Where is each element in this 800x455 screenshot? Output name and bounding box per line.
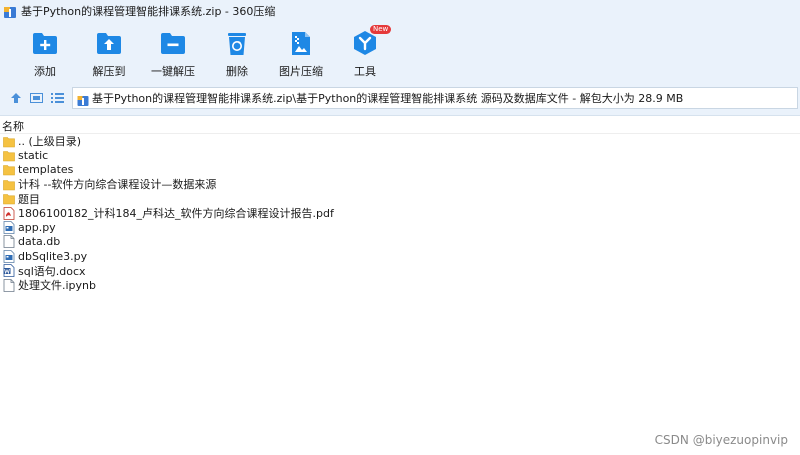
python-file-icon bbox=[3, 249, 15, 263]
archive-app-icon bbox=[3, 4, 17, 18]
list-view-button[interactable] bbox=[51, 91, 64, 105]
file-icon bbox=[3, 235, 15, 249]
python-file-icon bbox=[3, 221, 15, 234]
extract-to-button[interactable]: 解压到 bbox=[77, 30, 141, 79]
file-name: .. (上级目录) bbox=[18, 135, 82, 149]
column-header[interactable]: 名称 bbox=[0, 118, 800, 134]
extract-to-label: 解压到 bbox=[92, 65, 126, 78]
one-click-extract-label: 一键解压 bbox=[151, 65, 195, 78]
folder-icon bbox=[3, 149, 15, 162]
file-row[interactable]: sql语句.docx bbox=[0, 264, 800, 278]
file-name: 计科 --软件方向综合课程设计—数据来源 bbox=[18, 178, 217, 192]
pdf-file-icon bbox=[3, 206, 15, 220]
file-row[interactable]: app.py bbox=[0, 220, 800, 234]
delete-button[interactable]: 删除 bbox=[205, 30, 269, 79]
file-name: app.py bbox=[18, 221, 56, 235]
large-icon-view-icon bbox=[30, 92, 43, 103]
folder-icon bbox=[3, 178, 15, 191]
add-label: 添加 bbox=[34, 65, 56, 78]
window-title: 基于Python的课程管理智能排课系统.zip - 360压缩 bbox=[21, 5, 276, 18]
file-list: .. (上级目录) static templates 计科 --软件方向综合课程设计—… bbox=[0, 134, 800, 292]
column-name-header[interactable]: 名称 bbox=[2, 118, 24, 134]
image-compress-label: 图片压缩 bbox=[279, 65, 323, 78]
image-compress-button[interactable]: 图片压缩 bbox=[269, 30, 333, 79]
address-bar-row: 基于Python的课程管理智能排课系统.zip\基于Python的课程管理智能排… bbox=[0, 80, 800, 116]
file-name: dbSqlite3.py bbox=[18, 249, 88, 263]
file-row[interactable]: 处理文件.ipynb bbox=[0, 278, 800, 292]
title-bar: 基于Python的课程管理智能排课系统.zip - 360压缩 bbox=[0, 0, 800, 22]
folder-icon bbox=[3, 163, 15, 176]
file-row[interactable]: data.db bbox=[0, 235, 800, 249]
folder-row[interactable]: .. (上级目录) bbox=[0, 134, 800, 148]
image-compress-icon bbox=[288, 30, 314, 56]
extract-to-icon bbox=[96, 30, 122, 56]
add-button[interactable]: 添加 bbox=[13, 30, 77, 79]
watermark: CSDN @biyezuopinvip bbox=[654, 433, 788, 447]
one-click-extract-button[interactable]: 一键解压 bbox=[141, 30, 205, 79]
delete-label: 删除 bbox=[226, 65, 248, 78]
file-row[interactable]: 1806100182_计科184_卢科达_软件方向综合课程设计报告.pdf bbox=[0, 206, 800, 220]
folder-row[interactable]: 题目 bbox=[0, 192, 800, 206]
list-view-icon bbox=[51, 92, 64, 103]
tools-button[interactable]: New 工具 bbox=[333, 25, 397, 79]
folder-row[interactable]: static bbox=[0, 148, 800, 162]
address-path: 基于Python的课程管理智能排课系统.zip\基于Python的课程管理智能排… bbox=[92, 91, 684, 105]
new-badge: New bbox=[370, 25, 392, 34]
file-name: static bbox=[18, 149, 49, 163]
up-level-button[interactable] bbox=[10, 91, 22, 105]
arrow-up-icon bbox=[11, 92, 21, 103]
thumbnail-view-button[interactable] bbox=[30, 91, 43, 105]
file-name: 1806100182_计科184_卢科达_软件方向综合课程设计报告.pdf bbox=[18, 207, 334, 221]
folder-row[interactable]: templates bbox=[0, 163, 800, 177]
folder-icon bbox=[3, 135, 15, 148]
file-name: data.db bbox=[18, 235, 61, 249]
one-click-extract-icon bbox=[160, 30, 186, 56]
file-name: templates bbox=[18, 163, 74, 177]
address-field[interactable]: 基于Python的课程管理智能排课系统.zip\基于Python的课程管理智能排… bbox=[72, 86, 798, 109]
recycle-delete-icon bbox=[224, 30, 250, 56]
folder-row[interactable]: 计科 --软件方向综合课程设计—数据来源 bbox=[0, 177, 800, 191]
view-controls bbox=[0, 91, 72, 105]
app-window: 基于Python的课程管理智能排课系统.zip - 360压缩 添加 解压到 一… bbox=[0, 0, 800, 455]
file-icon bbox=[3, 278, 15, 292]
folder-icon bbox=[3, 192, 15, 205]
tools-label: 工具 bbox=[354, 65, 376, 78]
add-folder-icon bbox=[32, 30, 58, 56]
archive-small-icon bbox=[77, 92, 89, 106]
word-file-icon bbox=[3, 264, 15, 278]
toolbar: 添加 解压到 一键解压 删除 图片压缩 New 工具 bbox=[0, 22, 800, 80]
file-row[interactable]: dbSqlite3.py bbox=[0, 249, 800, 263]
file-name: 处理文件.ipynb bbox=[18, 279, 96, 293]
